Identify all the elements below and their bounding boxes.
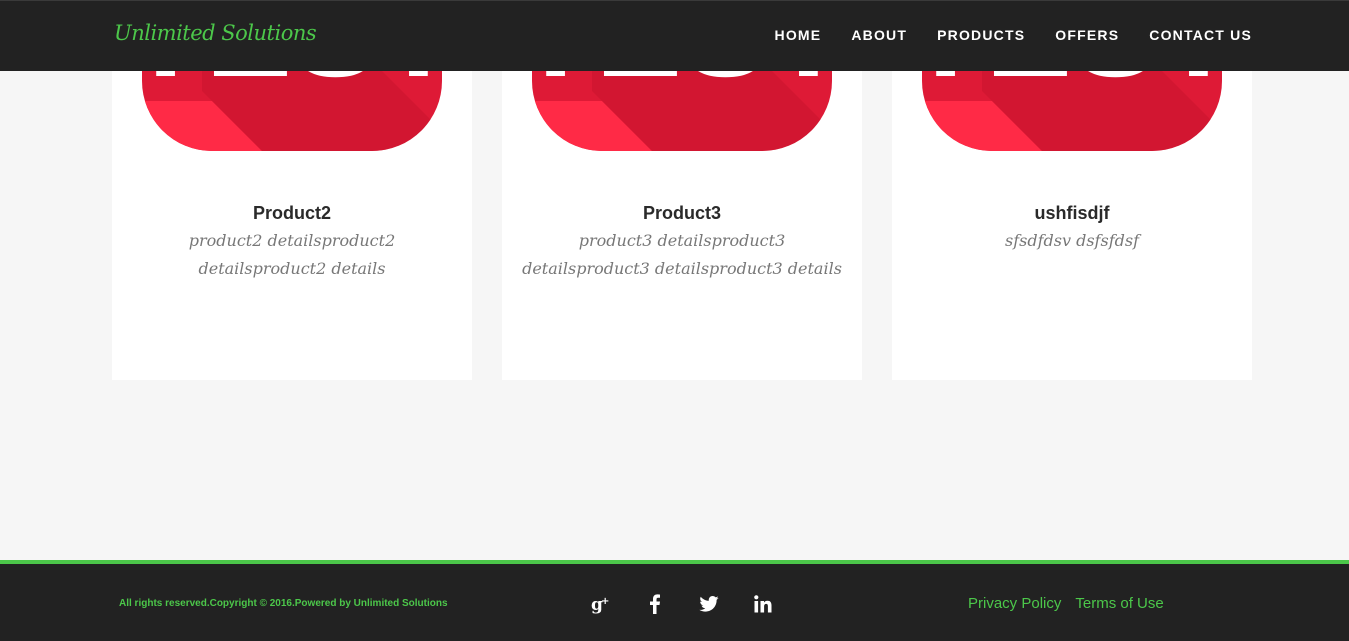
image-text: TEST: [142, 71, 442, 104]
linkedin-icon[interactable]: [748, 592, 778, 616]
google-plus-icon[interactable]: g +: [586, 592, 616, 616]
nav-contact-us[interactable]: CONTACT US: [1149, 27, 1252, 43]
product-card[interactable]: TEST Product2 product2 detailsproduct2 d…: [112, 71, 472, 380]
privacy-policy-link[interactable]: Privacy Policy: [968, 595, 1061, 612]
nav-offers[interactable]: OFFERS: [1055, 27, 1119, 43]
facebook-icon[interactable]: [640, 592, 670, 616]
footer-links: Privacy Policy Terms of Use: [968, 595, 1164, 612]
social-links: g +: [586, 592, 778, 616]
product-details: product2 detailsproduct2 detailsproduct2…: [188, 231, 396, 278]
product-title[interactable]: ushfisdjf: [892, 203, 1252, 224]
product-image: TEST: [922, 71, 1222, 151]
image-text: TEST: [922, 71, 1222, 104]
brand-logo[interactable]: Unlimited Solutions: [114, 21, 317, 45]
product-details: sfsdfdsv dsfsfdsf: [1005, 231, 1139, 250]
twitter-icon[interactable]: [694, 592, 724, 616]
site-footer: All rights reserved.Copyright © 2016.Pow…: [0, 560, 1349, 641]
product-card[interactable]: TEST ushfisdjf sfsdfdsv dsfsfdsf: [892, 71, 1252, 380]
product-image: TEST: [142, 71, 442, 151]
terms-of-use-link[interactable]: Terms of Use: [1075, 595, 1163, 612]
product-image: TEST: [532, 71, 832, 151]
product-title[interactable]: Product3: [502, 203, 862, 224]
nav-products[interactable]: PRODUCTS: [937, 27, 1025, 43]
nav-about[interactable]: ABOUT: [851, 27, 907, 43]
main-nav: HOME ABOUT PRODUCTS OFFERS CONTACT US: [775, 27, 1252, 43]
image-text: TEST: [532, 71, 832, 104]
svg-text:+: +: [601, 596, 609, 607]
product-title[interactable]: Product2: [112, 203, 472, 224]
product-details: product3 detailsproduct3 detailsproduct3…: [522, 231, 842, 278]
product-card[interactable]: TEST Product3 product3 detailsproduct3 d…: [502, 71, 862, 380]
copyright-text: All rights reserved.Copyright © 2016.Pow…: [119, 598, 448, 609]
top-navbar: Unlimited Solutions HOME ABOUT PRODUCTS …: [0, 0, 1349, 71]
nav-home[interactable]: HOME: [775, 27, 822, 43]
